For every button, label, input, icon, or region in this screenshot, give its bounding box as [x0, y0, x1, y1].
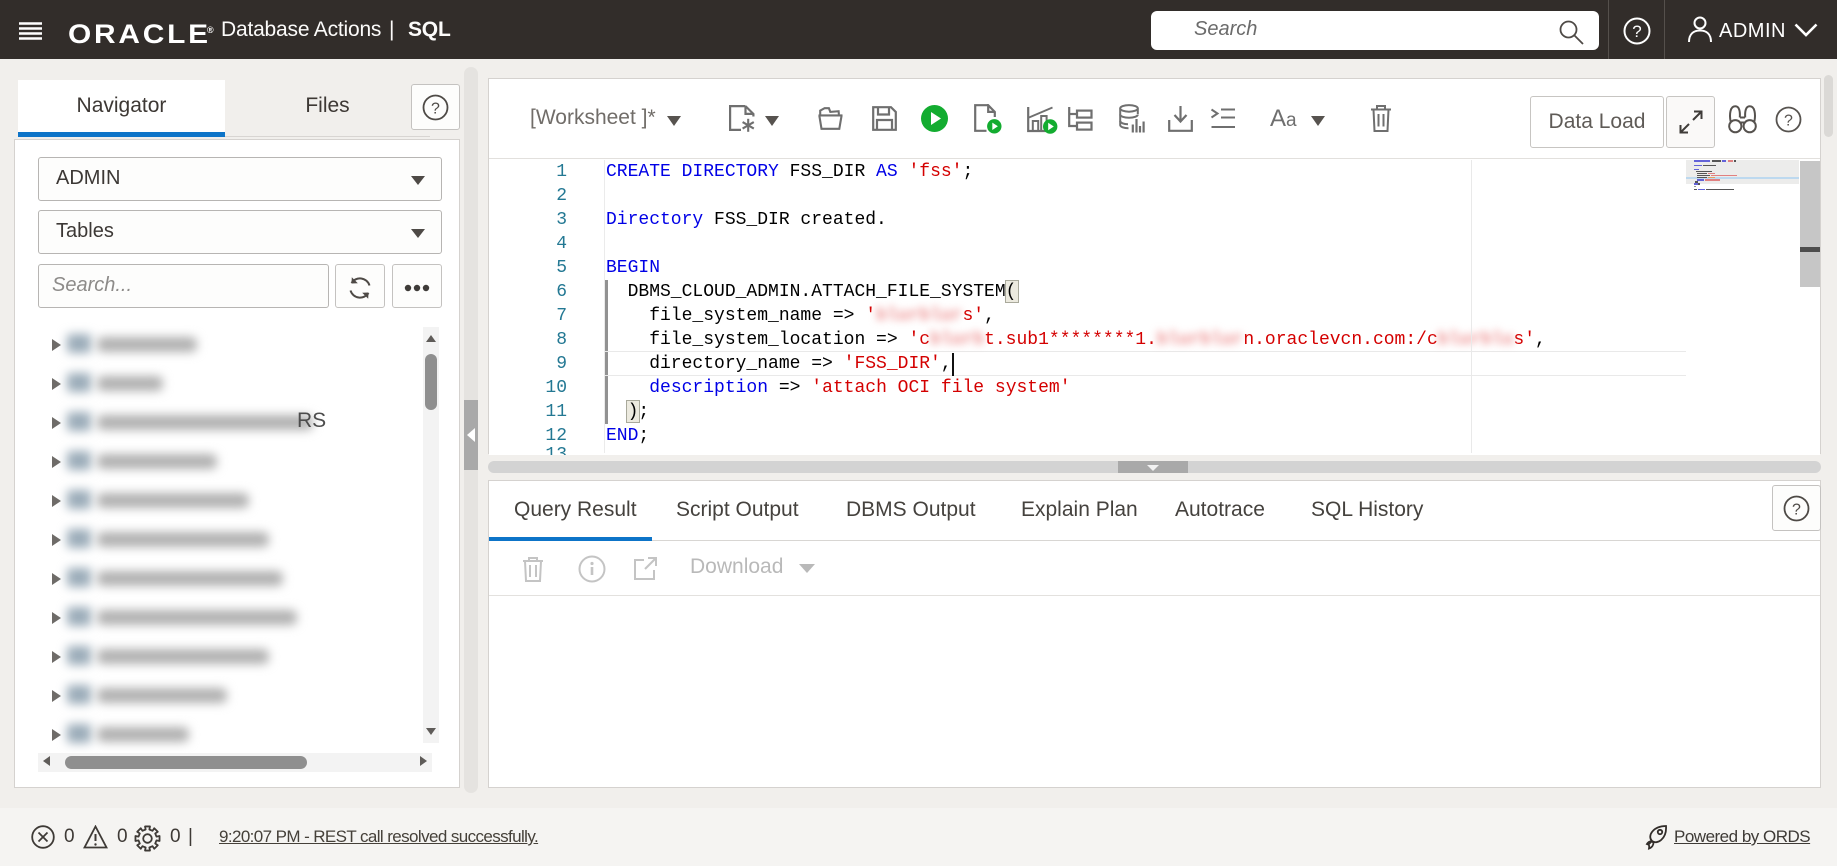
- svg-text:?: ?: [431, 101, 440, 118]
- svg-text:?: ?: [1784, 113, 1793, 130]
- svg-text:?: ?: [1792, 502, 1801, 519]
- svg-text:?: ?: [1632, 22, 1641, 41]
